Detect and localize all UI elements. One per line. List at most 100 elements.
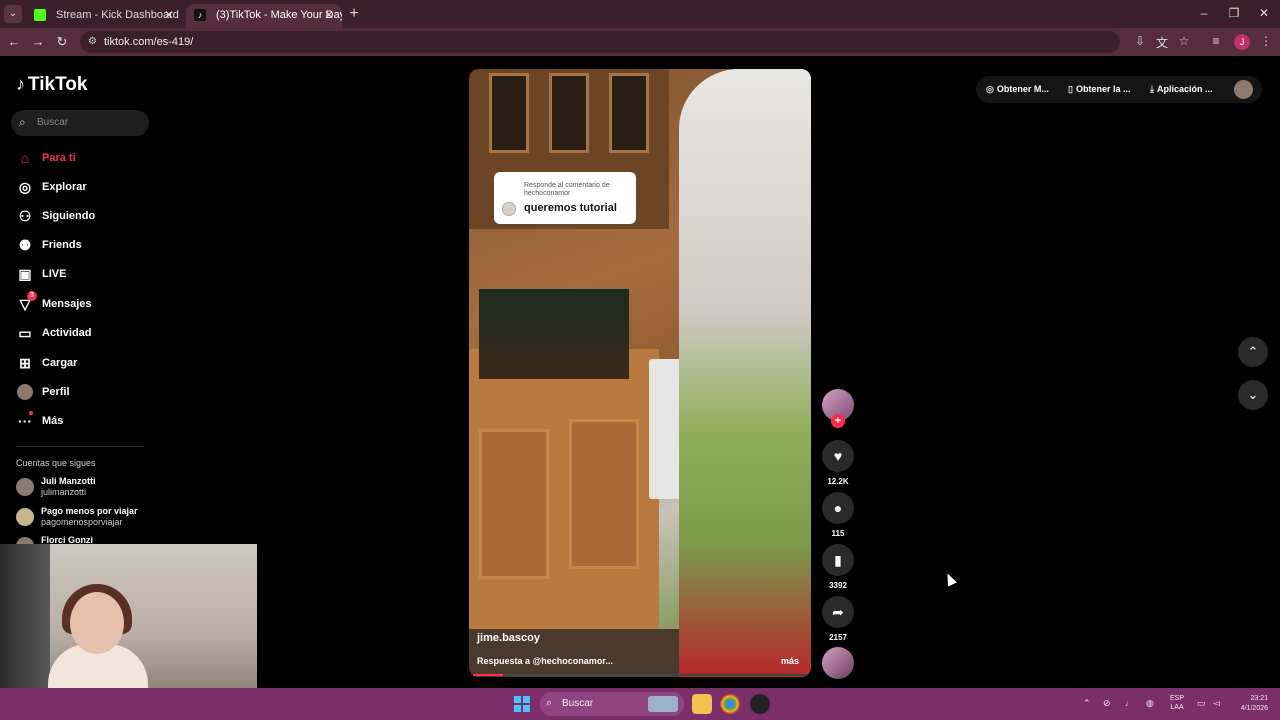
comment-count: 115 [831,529,845,538]
video-cabinet-door [569,419,639,569]
reply-avatar [502,202,516,216]
new-tab-button[interactable]: + [346,5,362,23]
video-cabinet-glass [549,73,589,153]
music-disc-icon[interactable] [822,647,854,679]
get-coins-button[interactable]: ◎ Obtener M... [986,84,1049,95]
video-bottle-shelf [479,289,629,379]
user-avatar[interactable] [1234,80,1253,99]
share-button[interactable]: ➦ [822,596,854,628]
tab-kick-dashboard[interactable]: Stream - Kick Dashboard ✕ [26,4,182,28]
video-progress-fill [473,674,504,676]
following-icon: ⚇ [18,208,32,224]
tiktok-favicon-icon: ♪ [194,9,206,21]
account-username: pagomenosporviajar [41,517,123,527]
previous-video-button[interactable]: ⌃ [1238,337,1268,367]
forward-icon[interactable]: → [30,34,46,49]
phone-icon: ▯ [1068,84,1073,94]
download-icon: ⤓ [1150,84,1154,94]
translate-icon[interactable]: 文 [1154,34,1170,51]
minimize-icon[interactable]: – [1194,6,1214,20]
home-icon: ⌂ [20,150,30,166]
address-bar[interactable]: ⚙ tiktok.com/es-419/ [80,31,1120,53]
tray-chevron-icon[interactable]: ⌃ [1083,698,1091,709]
language-indicator[interactable]: ESP LAA [1170,694,1184,712]
nav-label: Perfil [42,386,70,398]
webcam-background [0,544,50,690]
back-icon[interactable]: ← [6,34,22,49]
account-name: Juli Manzotti [41,476,96,486]
language-code: ESP [1170,695,1185,702]
display-icon[interactable]: ▭ [1197,698,1206,709]
avatar [16,478,34,496]
following-section-title: Cuentas que sigues [16,458,96,468]
search-icon: ⌕ [546,697,553,709]
tiktok-logo[interactable]: ♪ TikTok [16,74,87,96]
messages-badge: 3 [27,291,37,301]
activity-icon: ▭ [18,325,32,341]
bookmark-icon: ▮ [834,552,842,568]
sidebar-divider [16,446,144,447]
nav-label: Explorar [42,181,87,193]
video-player[interactable] [469,69,811,677]
volume-icon[interactable]: ◅ [1213,698,1220,709]
video-progress-bar[interactable] [473,674,807,676]
button-label: Obtener la ... [1075,84,1131,94]
comment-button[interactable]: ● [822,492,854,524]
tab-search-icon[interactable]: ⌄ [4,5,22,23]
site-info-icon[interactable]: ⚙ [88,36,97,47]
coin-icon: ◎ [986,84,994,94]
media-control-icon[interactable]: ≡ [1208,34,1224,48]
next-video-button[interactable]: ⌄ [1238,380,1268,410]
microphone-icon[interactable]: ♩ [1125,698,1134,708]
reload-icon[interactable]: ↻ [54,34,70,50]
share-count: 2157 [829,633,847,642]
button-label: Obtener M... [996,84,1049,94]
video-cabinet-glass [489,73,529,153]
video-description: Respuesta a @hechoconamor... [477,656,613,666]
network-icon[interactable]: ◍ [1146,698,1154,709]
video-cabinet-glass [609,73,649,153]
browser-profile-avatar[interactable]: J [1234,34,1250,50]
taskbar-search[interactable]: ⌕ Buscar [540,692,684,716]
friends-icon: ⚉ [18,237,32,253]
obs-icon[interactable] [750,694,770,714]
account-username: julimanzotti [41,487,87,497]
account-name: Pago menos por viajar [41,506,138,516]
comment-reply-card[interactable]: Responde al comentario de hechoconamor q… [494,172,636,224]
save-button[interactable]: ▮ [822,544,854,576]
url-text: tiktok.com/es-419/ [104,36,194,48]
chevron-up-icon: ⌃ [1247,344,1259,359]
system-clock[interactable]: 23:21 4/1/2026 [1232,694,1268,714]
follow-plus-icon[interactable]: + [831,414,845,428]
camera-off-icon[interactable]: ⊘ [1103,698,1111,709]
tab-close-icon[interactable]: ✕ [164,8,174,22]
like-button[interactable]: ♥ [822,440,854,472]
bookmark-star-icon[interactable]: ☆ [1176,34,1192,48]
browser-menu-icon[interactable]: ⋮ [1258,34,1274,48]
nav-label: Más [42,415,64,427]
windows-start-icon[interactable] [514,696,530,712]
video-person [679,69,811,677]
install-app-icon[interactable]: ⇩ [1132,34,1148,48]
close-window-icon[interactable]: ✕ [1254,6,1274,20]
more-link[interactable]: más [781,656,799,666]
search-highlight-image [648,696,678,712]
live-icon: ▣ [18,266,32,282]
clock-date: 4/1/2026 [1240,705,1268,712]
video-author[interactable]: jime.bascoy [477,632,540,644]
tab-tiktok[interactable]: ♪ (3)TikTok - Make Your Day ✕ [186,4,342,28]
chrome-icon[interactable] [720,694,740,714]
reply-text: queremos tutorial [524,202,617,214]
get-app-button[interactable]: ▯ Obtener la ... [1068,84,1130,95]
search-input[interactable]: ⌕ Buscar [11,110,149,136]
heart-icon: ♥ [833,448,843,464]
desktop-app-button[interactable]: ⤓ Aplicación ... [1150,84,1213,95]
restore-icon[interactable]: ❐ [1224,6,1244,20]
file-explorer-icon[interactable] [692,694,712,714]
button-label: Aplicación ... [1156,84,1213,94]
clock-time: 23:21 [1250,695,1268,702]
taskbar-search-placeholder: Buscar [562,698,594,709]
like-count: 12.2K [827,477,849,486]
browser-toolbar: ← → ↻ ⚙ tiktok.com/es-419/ ⇩ 文 ☆ ≡ J ⋮ [0,28,1280,56]
tab-close-icon[interactable]: ✕ [324,8,334,22]
